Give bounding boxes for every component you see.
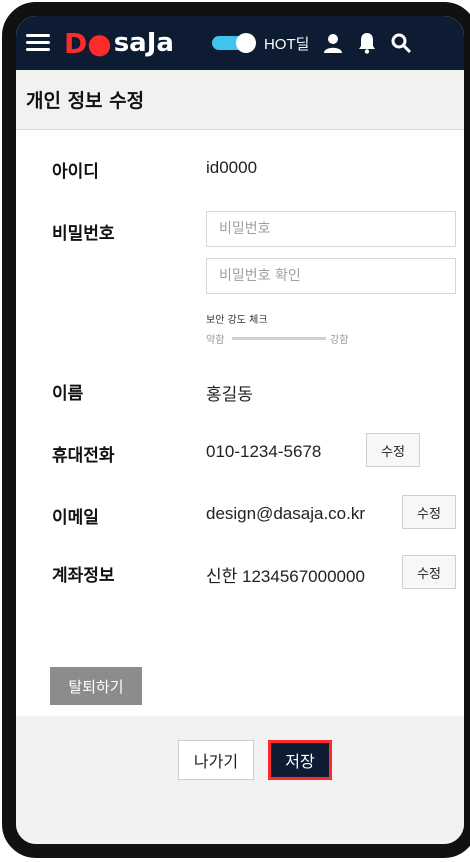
strength-meter	[232, 337, 326, 340]
password-label: 비밀번호	[52, 224, 115, 244]
name-value: 홍길동	[206, 385, 253, 404]
search-icon[interactable]	[391, 32, 412, 54]
footer-actions: 나가기 저장	[16, 716, 464, 844]
password-input[interactable]	[206, 211, 456, 247]
save-button[interactable]: 저장	[268, 740, 332, 780]
page-title-bar: 개인 정보 수정	[16, 70, 464, 130]
strength-title: 보안 강도 체크	[206, 315, 268, 326]
strength-strong-label: 강함	[330, 335, 349, 346]
email-label: 이메일	[52, 508, 99, 528]
phone-value: 010-1234-5678	[206, 442, 322, 461]
hot-deal-label[interactable]: HOT딜	[264, 33, 309, 54]
account-edit-button[interactable]: 수정	[402, 555, 456, 589]
account-value: 신한 1234567000000	[206, 567, 365, 586]
password-confirm-input[interactable]	[206, 258, 456, 294]
page-title: 개인 정보 수정	[26, 90, 145, 112]
name-label: 이름	[52, 384, 84, 404]
toggle-knob	[235, 33, 256, 53]
logo-text: saJa	[113, 28, 174, 58]
account-label: 계좌정보	[52, 566, 115, 586]
menu-icon[interactable]	[26, 34, 50, 52]
phone-label: 휴대전화	[52, 446, 115, 466]
bell-icon[interactable]	[357, 32, 377, 54]
phone-frame: D ● saJa HOT딜 개인 정보 수정 아이디 id0000 비밀번호 보…	[2, 2, 470, 858]
strength-weak-label: 약함	[206, 335, 225, 346]
id-label: 아이디	[52, 162, 99, 182]
email-edit-button[interactable]: 수정	[402, 495, 456, 529]
id-value: id0000	[206, 158, 258, 177]
logo-mark: D	[64, 26, 88, 60]
brand-logo[interactable]: D ● saJa	[64, 27, 174, 60]
withdraw-button[interactable]: 탈퇴하기	[50, 667, 142, 705]
hot-deal-toggle[interactable]	[211, 33, 256, 53]
user-icon[interactable]	[323, 32, 343, 54]
logo-dot: ●	[87, 26, 112, 60]
top-nav-bar: D ● saJa HOT딜	[16, 16, 464, 70]
email-value: design@dasaja.co.kr	[206, 504, 366, 523]
phone-edit-button[interactable]: 수정	[366, 433, 420, 467]
exit-button[interactable]: 나가기	[178, 740, 254, 780]
